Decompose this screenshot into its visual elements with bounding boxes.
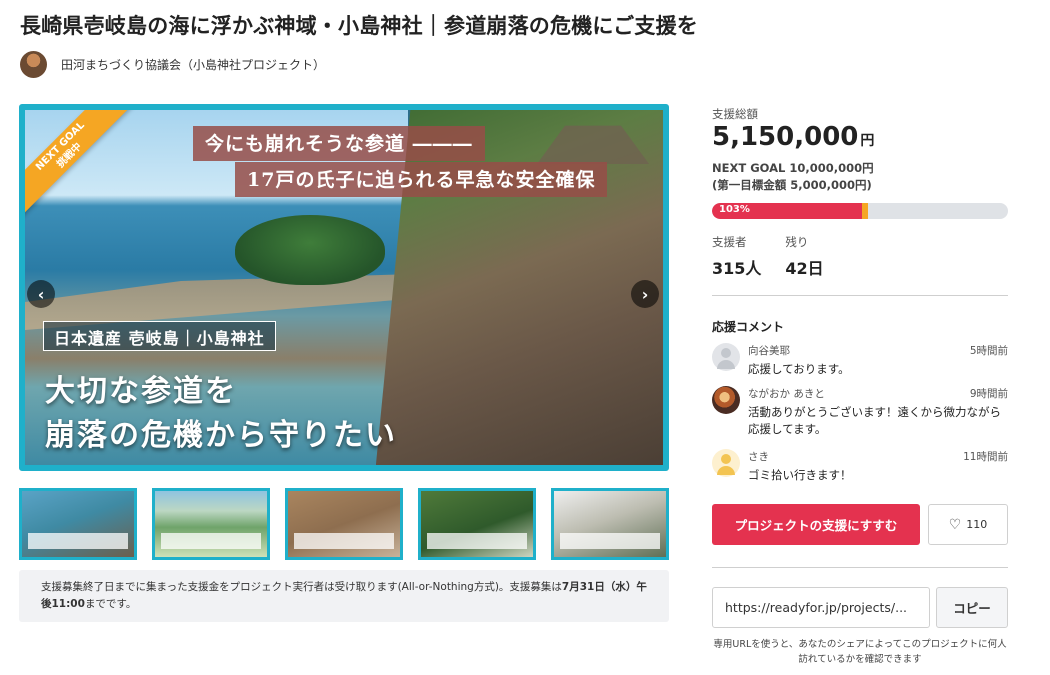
progress-percent: 103% — [719, 204, 750, 215]
comment-text: ゴミ拾い行きます！ — [748, 468, 852, 482]
comment-author[interactable]: 向谷美耶 — [748, 343, 790, 358]
progress-bar: 103% — [712, 203, 1008, 219]
comment-text: 応援しております。 — [748, 362, 850, 376]
avatar[interactable] — [712, 449, 740, 477]
hero-caption-1: 今にも崩れそうな参道 ――― — [193, 126, 485, 161]
avatar[interactable] — [712, 343, 740, 371]
comment-text: 活動ありがとうございます！遠くから微力ながら応援してます。 — [748, 405, 1001, 436]
project-title: 長崎県壱岐島の海に浮かぶ神域・小島神社｜参道崩落の危機にご支援を — [20, 14, 698, 38]
hero-caption-2: 17戸の氏子に迫られる早急な安全確保 — [235, 162, 608, 197]
copy-url-button[interactable]: コピー — [936, 587, 1008, 628]
divider — [712, 567, 1008, 568]
comment-time: 5時間前 — [969, 345, 1008, 357]
carousel-next-button[interactable]: › — [631, 280, 659, 308]
support-project-button[interactable]: プロジェクトの支援にすすむ — [712, 504, 920, 545]
remaining-stat: 残り 42日 — [785, 234, 823, 279]
all-or-nothing-notice: 支援募集終了日までに集まった支援金をプロジェクト実行者は受け取ります(All-o… — [19, 570, 669, 622]
comment-item: ながおか あきと 9時間前 活動ありがとうございます！遠くから微力ながら応援して… — [712, 386, 1008, 438]
thumbnail-3[interactable] — [285, 488, 403, 560]
favorite-button[interactable]: ♡ 110 — [928, 504, 1008, 545]
project-owner[interactable]: 田河まちづくり協議会（小島神社プロジェクト） — [20, 50, 325, 78]
hero-headline-2: 崩落の危機から守りたい — [45, 418, 397, 453]
hero-headline-1: 大切な参道を — [45, 374, 237, 409]
remaining-label: 残り — [785, 235, 809, 249]
divider — [712, 295, 1008, 296]
next-goal: NEXT GOAL 10,000,000円 — [712, 161, 874, 175]
currency: 円 — [860, 133, 875, 149]
thumbnail-strip — [19, 488, 669, 560]
notice-text-end: までです。 — [84, 598, 137, 610]
total-value: 5,150,000 — [712, 122, 859, 152]
heart-icon: ♡ — [948, 516, 962, 533]
thumbnail-4[interactable] — [418, 488, 536, 560]
owner-name[interactable]: 田河まちづくり協議会（小島神社プロジェクト） — [61, 56, 325, 73]
total-amount: 5,150,000 円 — [712, 122, 1008, 152]
supporters-value: 315人 — [712, 259, 762, 278]
first-goal: (第一目標金額 5,000,000円) — [712, 178, 872, 192]
notice-text: 支援募集終了日までに集まった支援金をプロジェクト実行者は受け取ります(All-o… — [41, 581, 562, 593]
thumbnail-5[interactable] — [551, 488, 669, 560]
owner-avatar[interactable] — [20, 50, 47, 78]
stats: 支援者 315人 残り 42日 — [712, 234, 1008, 279]
supporters-label: 支援者 — [712, 235, 747, 249]
total-label: 支援総額 — [712, 107, 758, 121]
avatar[interactable] — [712, 386, 740, 414]
progress-tip — [862, 203, 869, 219]
island-illustration — [235, 215, 385, 285]
comment-author[interactable]: ながおか あきと — [748, 386, 825, 401]
hero-tagline: 日本遺産 壱岐島｜小島神社 — [43, 321, 276, 351]
supporters-stat: 支援者 315人 — [712, 234, 761, 279]
share-url-field[interactable] — [712, 587, 930, 628]
favorite-count: 110 — [966, 518, 988, 531]
chevron-left-icon: ‹ — [37, 284, 45, 304]
remaining-value: 42日 — [785, 259, 824, 278]
comment-time: 11時間前 — [963, 451, 1008, 463]
thumbnail-1[interactable] — [19, 488, 137, 560]
hero-image: 今にも崩れそうな参道 ――― 17戸の氏子に迫られる早急な安全確保 日本遺産 壱… — [19, 104, 669, 471]
comment-author[interactable]: さき — [748, 449, 769, 464]
comment-time: 9時間前 — [969, 388, 1008, 400]
comment-item: 向谷美耶 5時間前 応援しております。 — [712, 343, 1008, 378]
chevron-right-icon: › — [641, 284, 649, 304]
comments-title: 応援コメント — [712, 320, 785, 334]
thumbnail-2[interactable] — [152, 488, 270, 560]
carousel-prev-button[interactable]: ‹ — [27, 280, 55, 308]
share-url-note: 専用URLを使うと、あなたのシェアによってこのプロジェクトに何人訪れているかを確… — [713, 639, 1007, 665]
comment-item: さき 11時間前 ゴミ拾い行きます！ — [712, 449, 1008, 484]
